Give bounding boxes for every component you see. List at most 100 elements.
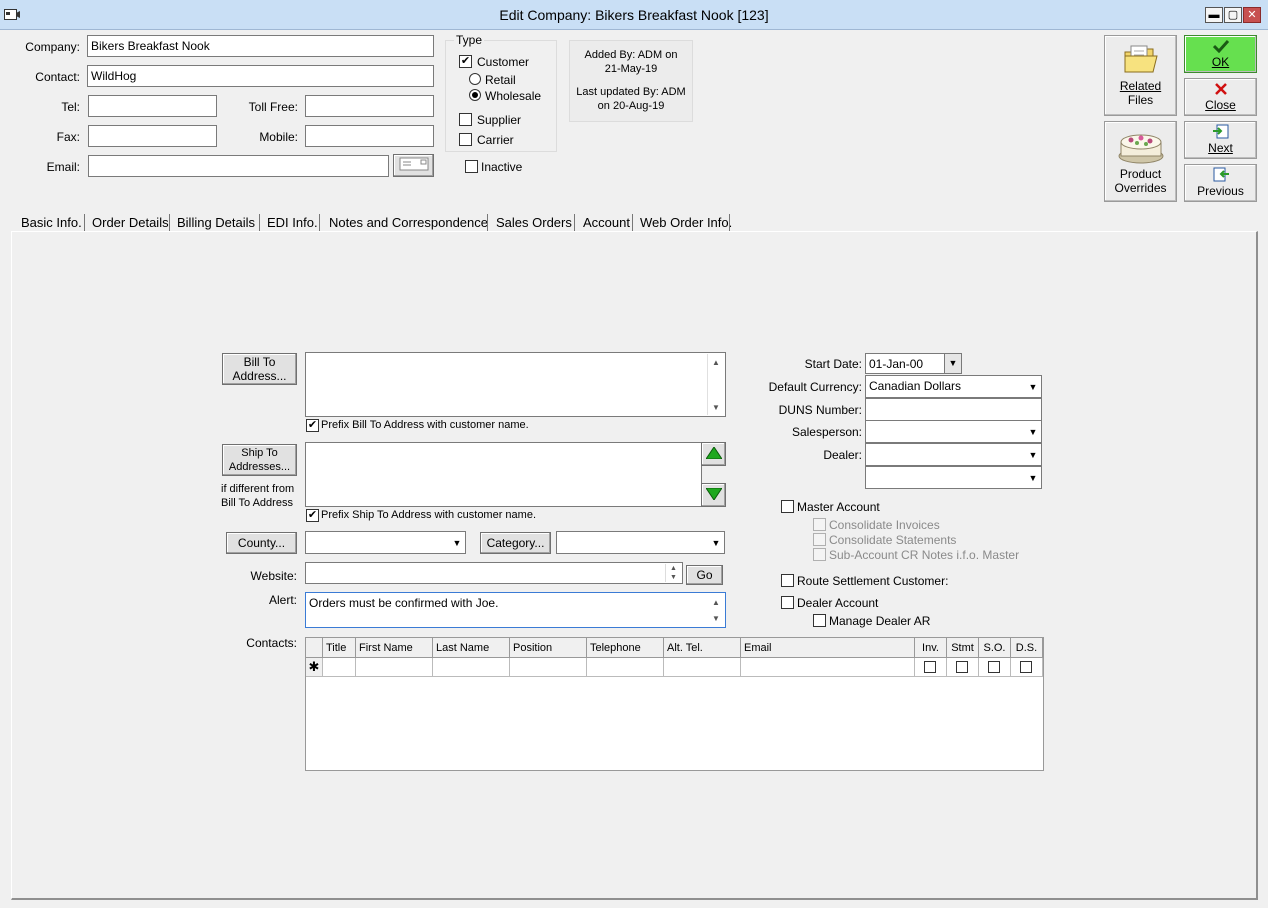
duns-label: DUNS Number: [778,403,862,417]
category-dropdown[interactable]: ▼ [556,531,725,554]
bill-to-address-textarea[interactable] [305,352,726,417]
chevron-down-icon[interactable]: ▼ [449,532,465,553]
minimize-button[interactable]: ▬ [1205,7,1223,23]
column-header-first-name[interactable]: First Name [356,638,433,658]
prefix-ship-checkbox[interactable]: ✔ [306,509,319,522]
new-row-inv-checkbox[interactable] [924,661,936,673]
ship-to-down-button[interactable] [701,483,726,507]
tab-edi-info[interactable]: EDI Info. [265,213,320,233]
duns-field[interactable] [865,398,1042,421]
ship-to-address-textarea[interactable] [305,442,702,507]
alert-field[interactable]: Orders must be confirmed with Joe. [305,592,726,628]
master-account-checkbox[interactable] [781,500,794,513]
column-header-title[interactable]: Title [323,638,356,658]
tab-basic-info[interactable]: Basic Info. [19,213,84,233]
column-header-stmt[interactable]: Stmt [947,638,979,658]
tab-notes-correspondence[interactable]: Notes and Correspondence [327,213,490,233]
county-button[interactable]: County... [226,532,297,554]
maximize-button[interactable]: ▢ [1224,7,1242,23]
updated-by-line1: Last updated By: ADM [576,86,686,98]
chevron-down-icon[interactable]: ▼ [1025,376,1041,397]
dealer-dropdown[interactable]: ▼ [865,443,1042,466]
ship-to-up-button[interactable] [701,442,726,466]
route-settlement-checkbox[interactable] [781,574,794,587]
calendar-dropdown-icon[interactable]: ▼ [944,354,961,373]
ok-button[interactable]: OK [1184,35,1257,73]
new-row-ds-checkbox[interactable] [1020,661,1032,673]
scroll-down-icon[interactable]: ▼ [709,611,723,625]
close-window-button[interactable]: ✕ [1243,7,1261,23]
retail-radio[interactable] [469,73,481,85]
bill-to-line2: Address... [232,369,287,383]
tollfree-field[interactable] [305,95,434,117]
prefix-bill-checkbox[interactable]: ✔ [306,419,319,432]
email-field[interactable] [88,155,389,177]
tab-order-details[interactable]: Order Details [90,213,171,233]
customer-checkbox[interactable]: ✔ [459,55,472,68]
new-row-position-cell[interactable] [510,658,587,677]
dealer-account-checkbox[interactable] [781,596,794,609]
previous-button[interactable]: Previous [1184,164,1257,202]
salesperson-dropdown[interactable]: ▼ [865,420,1042,443]
currency-dropdown[interactable]: Canadian Dollars ▼ [865,375,1042,398]
contacts-label: Contacts: [246,636,297,650]
new-row-alt-tel-cell[interactable] [664,658,741,677]
ship-to-addresses-button[interactable]: Ship To Addresses... [222,444,297,476]
inactive-checkbox[interactable] [465,160,478,173]
manage-dealer-ar-checkbox[interactable] [813,614,826,627]
envelope-icon [399,157,429,174]
column-header-email[interactable]: Email [741,638,915,658]
new-row-first-name-cell[interactable] [356,658,433,677]
dealer-sub-dropdown[interactable]: ▼ [865,466,1042,489]
chevron-down-icon[interactable]: ▼ [1025,444,1041,465]
supplier-checkbox[interactable] [459,113,472,126]
column-header-position[interactable]: Position [510,638,587,658]
new-row-so-checkbox[interactable] [988,661,1000,673]
website-spinner[interactable]: ▲ ▼ [665,564,681,582]
fax-field[interactable] [88,125,217,147]
category-button[interactable]: Category... [480,532,551,554]
contact-field[interactable]: WildHog [87,65,434,87]
related-files-button[interactable]: Related Files [1104,35,1177,116]
chevron-down-icon[interactable]: ▼ [708,532,724,553]
new-row-email-cell[interactable] [741,658,915,677]
column-header-inv[interactable]: Inv. [915,638,947,658]
scroll-down-icon[interactable]: ▼ [709,400,723,414]
next-button[interactable]: Next [1184,121,1257,159]
tab-account[interactable]: Account [581,213,632,233]
send-email-button[interactable] [393,154,434,177]
county-dropdown[interactable]: ▼ [305,531,466,554]
new-row-last-name-cell[interactable] [433,658,510,677]
tab-billing-details[interactable]: Billing Details [175,213,257,233]
scroll-up-icon[interactable]: ▲ [709,595,723,609]
new-row-stmt-checkbox[interactable] [956,661,968,673]
tab-sales-orders[interactable]: Sales Orders [494,213,574,233]
company-field[interactable]: Bikers Breakfast Nook [87,35,434,57]
column-header-telephone[interactable]: Telephone [587,638,664,658]
new-row-telephone-cell[interactable] [587,658,664,677]
column-header-so[interactable]: S.O. [979,638,1011,658]
tab-web-order-info[interactable]: Web Order Info. [638,213,734,233]
column-header-last-name[interactable]: Last Name [433,638,510,658]
go-button[interactable]: Go [686,565,723,585]
start-date-picker[interactable]: 01-Jan-00 ▼ [865,353,962,374]
bill-to-address-button[interactable]: Bill To Address... [222,353,297,385]
chevron-down-icon[interactable]: ▼ [1025,467,1041,488]
column-header-ds[interactable]: D.S. [1011,638,1043,658]
column-header-alt-tel[interactable]: Alt. Tel. [664,638,741,658]
close-button[interactable]: Close [1184,78,1257,116]
consolidate-statements-checkbox [813,533,826,546]
chevron-down-icon[interactable]: ▼ [1025,421,1041,442]
mobile-field[interactable] [305,125,434,147]
carrier-checkbox[interactable] [459,133,472,146]
supplier-label: Supplier [477,113,522,127]
alert-scrollbar[interactable]: ▲ ▼ [707,594,724,626]
product-overrides-button[interactable]: Product Overrides [1104,121,1177,202]
start-date-label: Start Date: [804,357,862,371]
bill-to-scrollbar[interactable]: ▲ ▼ [707,354,724,415]
scroll-up-icon[interactable]: ▲ [709,355,723,369]
wholesale-radio[interactable] [469,89,481,101]
tel-field[interactable] [88,95,217,117]
new-row-title-cell[interactable] [323,658,356,677]
website-field[interactable] [305,562,683,584]
